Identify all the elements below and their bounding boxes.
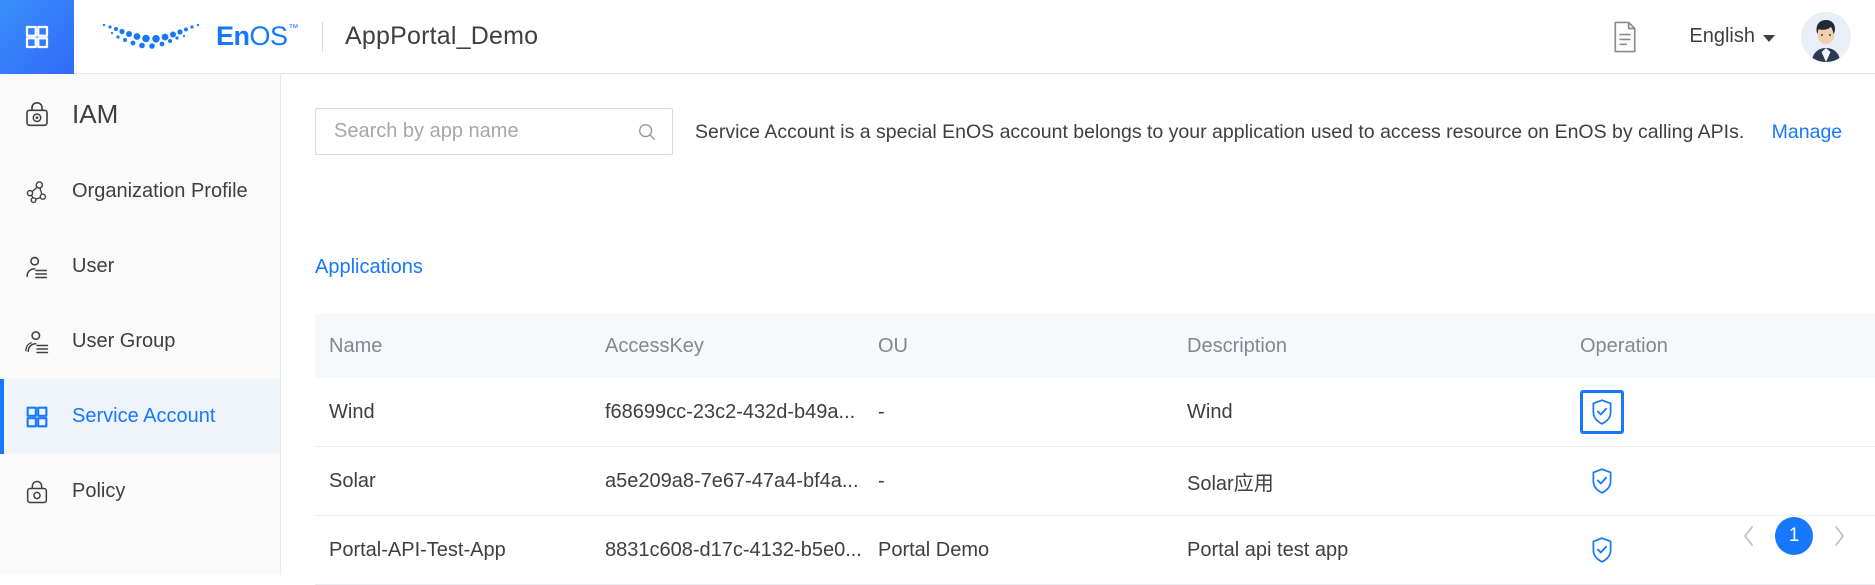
- shield-check-icon: [1589, 467, 1615, 495]
- toolbar: Service Account is a special EnOS accoun…: [282, 74, 1875, 155]
- table-header-row: Name AccessKey OU Description Operation: [315, 314, 1875, 378]
- shield-check-button[interactable]: [1580, 390, 1624, 434]
- enos-trademark: ™: [289, 24, 299, 34]
- manage-link[interactable]: Manage: [1772, 121, 1842, 143]
- shield-check-button[interactable]: [1580, 528, 1624, 572]
- sidebar-item-policy[interactable]: Policy: [0, 454, 280, 529]
- pagination-page-1[interactable]: 1: [1775, 517, 1813, 555]
- cell-operation: [1580, 390, 1875, 434]
- search-box[interactable]: [315, 108, 673, 155]
- cell-accesskey: 8831c608-d17c-4132-b5e0...: [605, 539, 878, 562]
- hint-text: Service Account is a special EnOS accoun…: [695, 121, 1744, 143]
- sidebar: IAM Organization Profile User: [0, 74, 281, 575]
- language-label: English: [1689, 25, 1755, 48]
- user-group-icon: [22, 327, 52, 357]
- sidebar-item-label: Policy: [72, 480, 125, 503]
- table-row[interactable]: Solar a5e209a8-7e67-47a4-bf4a... - Solar…: [315, 447, 1875, 516]
- header-actions: English: [1603, 12, 1875, 62]
- table-row[interactable]: Wind f68699cc-23c2-432d-b49a... - Wind: [315, 378, 1875, 447]
- search-icon[interactable]: [636, 121, 658, 143]
- enos-smile-mark-icon: [98, 16, 206, 58]
- cell-accesskey: f68699cc-23c2-432d-b49a...: [605, 401, 878, 424]
- column-header-accesskey: AccessKey: [605, 335, 878, 358]
- policy-lock-icon: [22, 477, 52, 507]
- cell-accesskey: a5e209a8-7e67-47a4-bf4a...: [605, 470, 878, 493]
- chevron-down-icon: [1763, 35, 1775, 42]
- cell-ou: -: [878, 470, 1187, 493]
- search-input[interactable]: [334, 120, 636, 143]
- column-header-description: Description: [1187, 335, 1580, 358]
- main-content: Service Account is a special EnOS accoun…: [282, 74, 1875, 575]
- cell-ou: Portal Demo: [878, 539, 1187, 562]
- documentation-button[interactable]: [1603, 15, 1647, 59]
- document-icon: [1610, 20, 1640, 54]
- sidebar-title: IAM: [0, 74, 280, 154]
- chevron-right-icon: [1830, 523, 1848, 549]
- cell-description: Solar应用: [1187, 467, 1580, 496]
- iam-lock-icon: [22, 99, 52, 129]
- user-avatar-icon: [1801, 12, 1851, 62]
- app-header: EnOS™ AppPortal_Demo English: [0, 0, 1875, 74]
- language-selector[interactable]: English: [1689, 25, 1775, 48]
- cell-operation: [1580, 459, 1875, 503]
- sidebar-item-organization-profile[interactable]: Organization Profile: [0, 154, 280, 229]
- brand-logo[interactable]: EnOS™: [98, 16, 298, 58]
- sidebar-item-label: Organization Profile: [72, 180, 248, 203]
- pagination-prev-button[interactable]: [1737, 520, 1761, 552]
- sidebar-item-label: User: [72, 255, 114, 278]
- cell-ou: -: [878, 401, 1187, 424]
- chevron-left-icon: [1740, 523, 1758, 549]
- enos-wordmark-light: OS: [250, 23, 288, 50]
- cell-name: Solar: [315, 470, 605, 493]
- sidebar-item-user[interactable]: User: [0, 229, 280, 304]
- cell-name: Wind: [315, 401, 605, 424]
- column-header-ou: OU: [878, 335, 1187, 358]
- service-account-hint: Service Account is a special EnOS accoun…: [695, 108, 1842, 144]
- cell-description: Portal api test app: [1187, 539, 1580, 562]
- shield-check-button[interactable]: [1580, 459, 1624, 503]
- app-launcher-button[interactable]: [0, 0, 74, 74]
- column-header-name: Name: [315, 335, 605, 358]
- sidebar-item-user-group[interactable]: User Group: [0, 304, 280, 379]
- cell-name: Portal-API-Test-App: [315, 539, 605, 562]
- applications-link[interactable]: Applications: [315, 256, 423, 279]
- grid-apps-icon: [22, 402, 52, 432]
- shield-check-icon: [1589, 536, 1615, 564]
- sidebar-item-label: User Group: [72, 330, 175, 353]
- shield-check-icon: [1589, 398, 1615, 426]
- column-header-operation: Operation: [1580, 335, 1875, 358]
- avatar[interactable]: [1801, 12, 1851, 62]
- sidebar-item-service-account[interactable]: Service Account: [0, 379, 280, 454]
- page-title: AppPortal_Demo: [345, 22, 538, 51]
- sidebar-title-label: IAM: [72, 99, 118, 130]
- grid-apps-icon: [22, 22, 52, 52]
- header-divider: [322, 22, 323, 52]
- pagination: 1: [1737, 517, 1851, 555]
- user-icon: [22, 252, 52, 282]
- enos-wordmark-bold: En: [216, 23, 250, 50]
- pagination-next-button[interactable]: [1827, 520, 1851, 552]
- sidebar-item-label: Service Account: [72, 405, 215, 428]
- org-profile-icon: [22, 177, 52, 207]
- service-account-table: Name AccessKey OU Description Operation …: [315, 314, 1875, 585]
- enos-wordmark: EnOS™: [216, 23, 298, 50]
- cell-description: Wind: [1187, 401, 1580, 424]
